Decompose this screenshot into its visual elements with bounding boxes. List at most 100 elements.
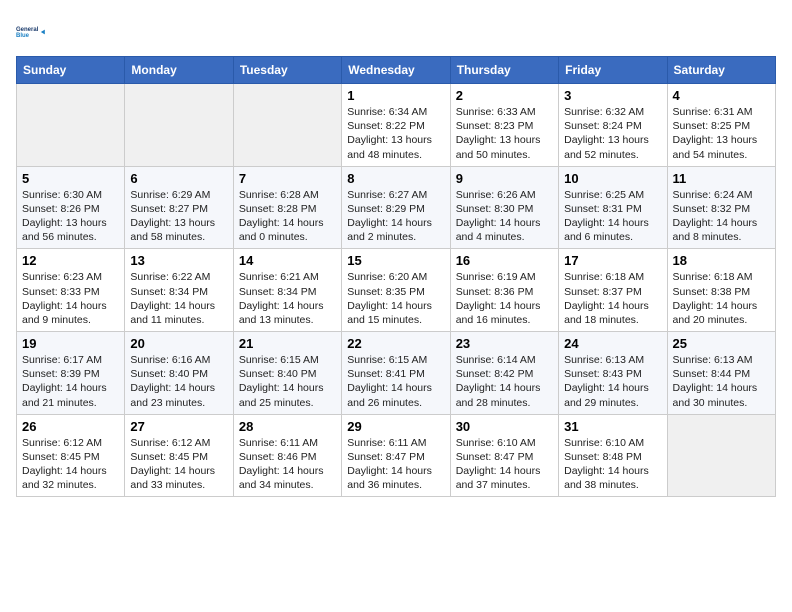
col-header-sunday: Sunday	[17, 57, 125, 84]
day-number: 21	[239, 336, 336, 351]
day-info: Sunrise: 6:26 AM Sunset: 8:30 PM Dayligh…	[456, 188, 553, 245]
week-row-5: 26 Sunrise: 6:12 AM Sunset: 8:45 PM Dayli…	[17, 414, 776, 497]
day-info: Sunrise: 6:25 AM Sunset: 8:31 PM Dayligh…	[564, 188, 661, 245]
calendar-cell: 2Sunrise: 6:33 AM Sunset: 8:23 PM Daylig…	[450, 84, 558, 167]
week-row-1: 1Sunrise: 6:34 AM Sunset: 8:22 PM Daylig…	[17, 84, 776, 167]
calendar-cell	[233, 84, 341, 167]
calendar-cell: 13 Sunrise: 6:22 AM Sunset: 8:34 PM Dayli…	[125, 249, 233, 332]
day-info: Sunrise: 6:10 AM Sunset: 8:48 PM Dayligh…	[564, 436, 661, 493]
calendar-cell: 11 Sunrise: 6:24 AM Sunset: 8:32 PM Dayli…	[667, 166, 775, 249]
day-info: Sunrise: 6:20 AM Sunset: 8:35 PM Dayligh…	[347, 270, 444, 327]
day-number: 22	[347, 336, 444, 351]
day-number: 24	[564, 336, 661, 351]
day-number: 19	[22, 336, 119, 351]
week-row-4: 19 Sunrise: 6:17 AM Sunset: 8:39 PM Dayli…	[17, 332, 776, 415]
day-info: Sunrise: 6:12 AM Sunset: 8:45 PM Dayligh…	[22, 436, 119, 493]
week-row-2: 5Sunrise: 6:30 AM Sunset: 8:26 PM Daylig…	[17, 166, 776, 249]
calendar-cell: 27Sunrise: 6:12 AM Sunset: 8:45 PM Dayli…	[125, 414, 233, 497]
day-number: 11	[673, 171, 770, 186]
day-info: Sunrise: 6:24 AM Sunset: 8:32 PM Dayligh…	[673, 188, 770, 245]
day-info: Sunrise: 6:28 AM Sunset: 8:28 PM Dayligh…	[239, 188, 336, 245]
day-number: 13	[130, 253, 227, 268]
day-number: 2	[456, 88, 553, 103]
calendar-cell: 12 Sunrise: 6:23 AM Sunset: 8:33 PM Dayli…	[17, 249, 125, 332]
calendar-cell: 28Sunrise: 6:11 AM Sunset: 8:46 PM Dayli…	[233, 414, 341, 497]
day-info: Sunrise: 6:12 AM Sunset: 8:45 PM Dayligh…	[130, 436, 227, 493]
calendar-cell: 6 Sunrise: 6:29 AM Sunset: 8:27 PM Daylig…	[125, 166, 233, 249]
day-info: Sunrise: 6:11 AM Sunset: 8:47 PM Dayligh…	[347, 436, 444, 493]
page-header: GeneralBlue	[16, 16, 776, 48]
calendar-cell: 30 Sunrise: 6:10 AM Sunset: 8:47 PM Dayli…	[450, 414, 558, 497]
calendar-cell: 29Sunrise: 6:11 AM Sunset: 8:47 PM Dayli…	[342, 414, 450, 497]
col-header-monday: Monday	[125, 57, 233, 84]
day-number: 23	[456, 336, 553, 351]
col-header-friday: Friday	[559, 57, 667, 84]
day-info: Sunrise: 6:32 AM Sunset: 8:24 PM Dayligh…	[564, 105, 661, 162]
day-number: 15	[347, 253, 444, 268]
day-info: Sunrise: 6:21 AM Sunset: 8:34 PM Dayligh…	[239, 270, 336, 327]
calendar-cell: 19 Sunrise: 6:17 AM Sunset: 8:39 PM Dayli…	[17, 332, 125, 415]
day-number: 8	[347, 171, 444, 186]
day-number: 17	[564, 253, 661, 268]
day-number: 6	[130, 171, 227, 186]
day-number: 12	[22, 253, 119, 268]
svg-text:Blue: Blue	[16, 33, 30, 39]
day-info: Sunrise: 6:18 AM Sunset: 8:38 PM Dayligh…	[673, 270, 770, 327]
calendar-cell: 24 Sunrise: 6:13 AM Sunset: 8:43 PM Dayli…	[559, 332, 667, 415]
calendar-cell	[667, 414, 775, 497]
calendar-cell: 7Sunrise: 6:28 AM Sunset: 8:28 PM Daylig…	[233, 166, 341, 249]
day-number: 16	[456, 253, 553, 268]
week-row-3: 12 Sunrise: 6:23 AM Sunset: 8:33 PM Dayli…	[17, 249, 776, 332]
calendar-cell: 25Sunrise: 6:13 AM Sunset: 8:44 PM Dayli…	[667, 332, 775, 415]
day-info: Sunrise: 6:14 AM Sunset: 8:42 PM Dayligh…	[456, 353, 553, 410]
calendar-cell: 20 Sunrise: 6:16 AM Sunset: 8:40 PM Dayli…	[125, 332, 233, 415]
day-info: Sunrise: 6:22 AM Sunset: 8:34 PM Dayligh…	[130, 270, 227, 327]
day-info: Sunrise: 6:18 AM Sunset: 8:37 PM Dayligh…	[564, 270, 661, 327]
day-info: Sunrise: 6:15 AM Sunset: 8:41 PM Dayligh…	[347, 353, 444, 410]
col-header-thursday: Thursday	[450, 57, 558, 84]
day-number: 30	[456, 419, 553, 434]
day-info: Sunrise: 6:13 AM Sunset: 8:43 PM Dayligh…	[564, 353, 661, 410]
day-info: Sunrise: 6:23 AM Sunset: 8:33 PM Dayligh…	[22, 270, 119, 327]
calendar-cell: 15 Sunrise: 6:20 AM Sunset: 8:35 PM Dayli…	[342, 249, 450, 332]
calendar-cell: 1Sunrise: 6:34 AM Sunset: 8:22 PM Daylig…	[342, 84, 450, 167]
day-number: 25	[673, 336, 770, 351]
day-number: 4	[673, 88, 770, 103]
calendar-cell: 10 Sunrise: 6:25 AM Sunset: 8:31 PM Dayli…	[559, 166, 667, 249]
day-number: 26	[22, 419, 119, 434]
day-info: Sunrise: 6:11 AM Sunset: 8:46 PM Dayligh…	[239, 436, 336, 493]
day-info: Sunrise: 6:19 AM Sunset: 8:36 PM Dayligh…	[456, 270, 553, 327]
calendar-cell: 26 Sunrise: 6:12 AM Sunset: 8:45 PM Dayli…	[17, 414, 125, 497]
day-info: Sunrise: 6:27 AM Sunset: 8:29 PM Dayligh…	[347, 188, 444, 245]
logo: GeneralBlue	[16, 16, 48, 48]
day-number: 5	[22, 171, 119, 186]
day-info: Sunrise: 6:17 AM Sunset: 8:39 PM Dayligh…	[22, 353, 119, 410]
day-number: 14	[239, 253, 336, 268]
col-header-tuesday: Tuesday	[233, 57, 341, 84]
day-number: 18	[673, 253, 770, 268]
logo-icon: GeneralBlue	[16, 16, 48, 48]
day-info: Sunrise: 6:29 AM Sunset: 8:27 PM Dayligh…	[130, 188, 227, 245]
calendar-cell: 31 Sunrise: 6:10 AM Sunset: 8:48 PM Dayli…	[559, 414, 667, 497]
calendar-header: SundayMondayTuesdayWednesdayThursdayFrid…	[17, 57, 776, 84]
calendar-body: 1Sunrise: 6:34 AM Sunset: 8:22 PM Daylig…	[17, 84, 776, 497]
calendar-cell: 17 Sunrise: 6:18 AM Sunset: 8:37 PM Dayli…	[559, 249, 667, 332]
day-info: Sunrise: 6:16 AM Sunset: 8:40 PM Dayligh…	[130, 353, 227, 410]
calendar-cell: 4Sunrise: 6:31 AM Sunset: 8:25 PM Daylig…	[667, 84, 775, 167]
day-number: 20	[130, 336, 227, 351]
day-info: Sunrise: 6:10 AM Sunset: 8:47 PM Dayligh…	[456, 436, 553, 493]
col-header-wednesday: Wednesday	[342, 57, 450, 84]
calendar-cell: 14 Sunrise: 6:21 AM Sunset: 8:34 PM Dayli…	[233, 249, 341, 332]
day-number: 1	[347, 88, 444, 103]
calendar-cell: 16 Sunrise: 6:19 AM Sunset: 8:36 PM Dayli…	[450, 249, 558, 332]
calendar-cell: 3 Sunrise: 6:32 AM Sunset: 8:24 PM Daylig…	[559, 84, 667, 167]
calendar-cell: 23 Sunrise: 6:14 AM Sunset: 8:42 PM Dayli…	[450, 332, 558, 415]
day-number: 3	[564, 88, 661, 103]
calendar-cell	[125, 84, 233, 167]
calendar-cell: 8 Sunrise: 6:27 AM Sunset: 8:29 PM Daylig…	[342, 166, 450, 249]
calendar-cell: 22 Sunrise: 6:15 AM Sunset: 8:41 PM Dayli…	[342, 332, 450, 415]
day-number: 10	[564, 171, 661, 186]
day-info: Sunrise: 6:15 AM Sunset: 8:40 PM Dayligh…	[239, 353, 336, 410]
col-header-saturday: Saturday	[667, 57, 775, 84]
day-number: 31	[564, 419, 661, 434]
